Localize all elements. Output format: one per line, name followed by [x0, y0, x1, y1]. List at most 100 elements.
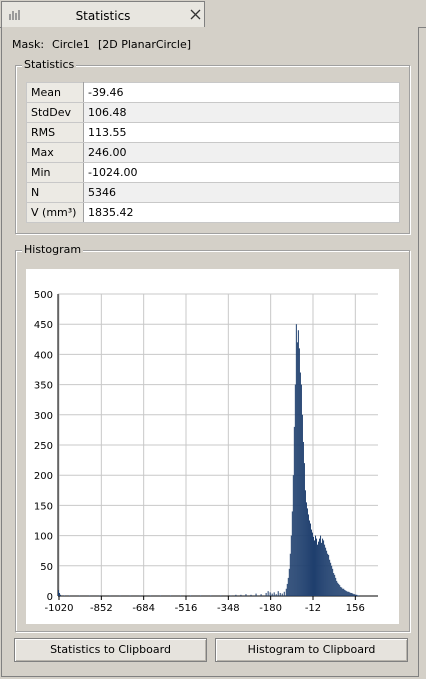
histogram-bar	[190, 595, 192, 596]
histogram-bar	[311, 532, 313, 596]
histogram-bar	[279, 592, 281, 596]
x-tick-label: -180	[259, 603, 282, 614]
histogram-bar	[352, 593, 354, 596]
y-tick-label: 50	[40, 562, 53, 573]
histogram-bar	[169, 595, 171, 596]
y-tick-label: 250	[34, 441, 53, 452]
histogram-bar	[339, 585, 341, 596]
histogram-bar	[336, 580, 338, 596]
statistics-to-clipboard-button[interactable]: Statistics to Clipboard	[14, 638, 207, 662]
y-tick-label: 150	[34, 501, 53, 512]
histogram-bar	[271, 593, 273, 596]
statistics-group-title: Statistics	[22, 58, 77, 71]
histogram-bar	[347, 591, 349, 596]
histogram-bar	[353, 594, 355, 596]
histogram-bar	[312, 536, 314, 596]
histogram-bar	[265, 592, 267, 596]
close-icon[interactable]	[190, 9, 201, 20]
mask-name: Circle1	[52, 38, 90, 51]
histogram-to-clipboard-button[interactable]: Histogram to Clipboard	[215, 638, 408, 662]
stat-value[interactable]: 113.55	[83, 122, 400, 143]
histogram-bar	[210, 595, 212, 596]
histogram-bar	[220, 595, 222, 596]
histogram-bar	[308, 520, 310, 596]
histogram-bar	[230, 595, 232, 596]
histogram-bar	[321, 542, 323, 596]
histogram-bar	[332, 568, 334, 596]
histogram-bar	[245, 594, 247, 596]
histogram-bar	[288, 568, 290, 596]
tab-bar: Statistics	[0, 0, 426, 28]
histogram-bar	[297, 330, 299, 596]
y-tick-label: 300	[34, 411, 53, 422]
y-tick-label: 100	[34, 532, 53, 543]
histogram-bar	[315, 535, 317, 596]
histogram-bar	[277, 591, 279, 596]
histogram-bar	[285, 588, 287, 596]
histogram-bar	[69, 595, 71, 596]
histogram-bar	[317, 544, 319, 596]
histogram-bar	[305, 502, 307, 596]
histogram-bar	[349, 592, 351, 596]
x-tick-label: -684	[132, 603, 155, 614]
mask-info: Mask: Circle1 [2D PlanarCircle]	[12, 38, 199, 51]
histogram-bar	[325, 547, 327, 596]
histogram-bar	[293, 426, 295, 596]
histogram-bar	[356, 594, 358, 596]
histogram-bar	[240, 594, 242, 596]
histogram-bar	[283, 591, 285, 596]
histogram-bar	[342, 588, 344, 596]
histogram-bar	[302, 441, 304, 596]
stat-value[interactable]: 246.00	[83, 142, 400, 163]
histogram-bar	[109, 595, 111, 596]
histogram-bar	[344, 589, 346, 596]
statistics-group: Statistics Mean -39.46 StdDev 106.48 RMS 11…	[15, 58, 410, 234]
histogram-bar	[306, 508, 308, 596]
histogram-bar	[333, 573, 335, 596]
stat-value[interactable]: 106.48	[83, 102, 400, 123]
histogram-bar	[60, 594, 62, 596]
mask-type: [2D PlanarCircle]	[97, 38, 192, 51]
histogram-bar	[89, 595, 91, 596]
histogram-bar	[179, 595, 181, 596]
histogram-chart[interactable]: 0 50 100 150 200 250 300 350 400 450 500 -1020 -852 -…	[26, 269, 399, 624]
stat-key: N	[26, 182, 84, 203]
histogram-bar	[129, 595, 131, 596]
histogram-bar	[250, 594, 252, 596]
stat-key: StdDev	[26, 102, 84, 123]
histogram-bar	[298, 348, 300, 596]
tab-statistics[interactable]: Statistics	[1, 1, 205, 27]
tab-title: Statistics	[75, 9, 131, 23]
histogram-bar	[301, 414, 303, 596]
histogram-svg: 0 50 100 150 200 250 300 350 400 450 500 -1020 -852 -…	[34, 290, 378, 614]
histogram-bar	[323, 540, 325, 596]
histogram-bar	[345, 590, 347, 596]
histogram-bar	[351, 592, 353, 596]
histogram-bar	[334, 574, 336, 596]
histogram-bar	[291, 511, 293, 596]
histogram-bar	[314, 540, 316, 596]
y-tick-label: 350	[34, 381, 53, 392]
histogram-bar	[99, 595, 101, 596]
histogram-bar	[119, 595, 121, 596]
histogram-bar	[337, 582, 339, 596]
histogram-bar	[316, 538, 318, 596]
histogram-bar	[59, 592, 61, 596]
stat-value[interactable]: -1024.00	[83, 162, 400, 183]
histogram-bar	[335, 577, 337, 596]
histogram-bar	[355, 594, 357, 596]
x-tick-label: -852	[90, 603, 113, 614]
statistics-table: Mean -39.46 StdDev 106.48 RMS 113.55 Max 246…	[26, 82, 400, 223]
histogram-bar	[324, 544, 326, 596]
stat-value[interactable]: 1835.42	[83, 202, 400, 223]
y-tick-label: 200	[34, 471, 53, 482]
histogram-bar	[255, 593, 257, 596]
histogram-bar	[79, 595, 81, 596]
histogram-bar	[275, 594, 277, 596]
stat-value[interactable]: -39.46	[83, 82, 400, 103]
histogram-bar	[322, 538, 324, 596]
stat-value[interactable]: 5346	[83, 182, 400, 203]
histogram-bar	[289, 553, 291, 596]
histogram-bar	[296, 342, 298, 596]
histogram-bar	[330, 562, 332, 596]
